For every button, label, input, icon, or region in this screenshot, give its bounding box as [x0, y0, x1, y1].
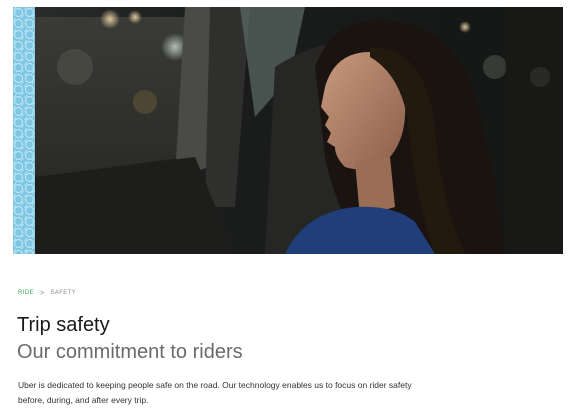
decorative-pattern-strip — [13, 7, 35, 254]
hero-photo-rider-in-car — [35, 7, 563, 254]
breadcrumb-current: Safety — [50, 290, 77, 296]
breadcrumb: Ride > Safety — [18, 288, 76, 298]
page-title: Trip safety — [17, 314, 110, 336]
page-subtitle: Our commitment to riders — [17, 341, 243, 363]
hero-banner — [13, 7, 563, 254]
page: Ride > Safety Trip safety Our commitment… — [0, 0, 569, 408]
intro-paragraph: Uber is dedicated to keeping people safe… — [18, 380, 412, 405]
breadcrumb-link-ride[interactable]: Ride — [18, 290, 34, 296]
breadcrumb-separator: > — [39, 289, 45, 297]
